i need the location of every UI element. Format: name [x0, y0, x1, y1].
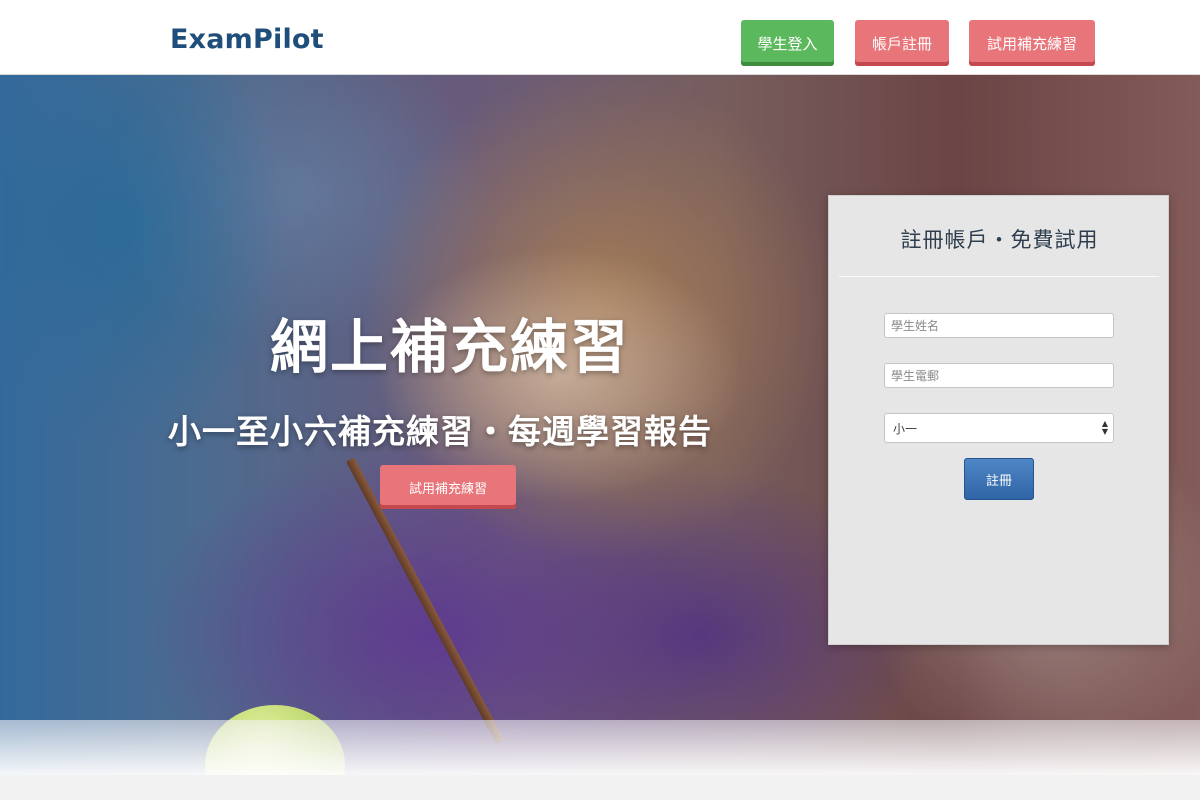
account-register-button[interactable]: 帳戶註冊	[855, 20, 949, 66]
student-name-input[interactable]	[884, 313, 1114, 338]
registration-title: 註冊帳戶・免費試用	[900, 228, 1099, 252]
hero-trial-button[interactable]: 試用補充練習	[380, 465, 516, 509]
registration-panel: 註冊帳戶・免費試用 小一 ▲▼ 註冊	[828, 195, 1169, 645]
grade-select-value: 小一	[893, 421, 918, 436]
trial-practice-button[interactable]: 試用補充練習	[969, 20, 1095, 66]
panel-divider	[839, 276, 1159, 277]
hero-banner: 網上補充練習 小一至小六補充練習・每週學習報告 試用補充練習 註冊帳戶・免費試用…	[0, 75, 1200, 775]
site-header: ExamPilot 學生登入 帳戶註冊 試用補充練習	[0, 0, 1200, 75]
student-login-button[interactable]: 學生登入	[741, 20, 834, 66]
grade-select[interactable]: 小一 ▲ ▼	[884, 413, 1114, 443]
student-email-input[interactable]	[884, 363, 1114, 388]
hero-subtitle: 小一至小六補充練習・每週學習報告	[168, 412, 712, 451]
select-arrows-icon: ▲ ▼	[1101, 419, 1108, 436]
register-submit-button[interactable]: 註冊	[964, 458, 1034, 500]
logo[interactable]: ExamPilot	[170, 24, 324, 55]
desk-surface	[0, 720, 1200, 775]
hero-title: 網上補充練習	[270, 313, 631, 381]
